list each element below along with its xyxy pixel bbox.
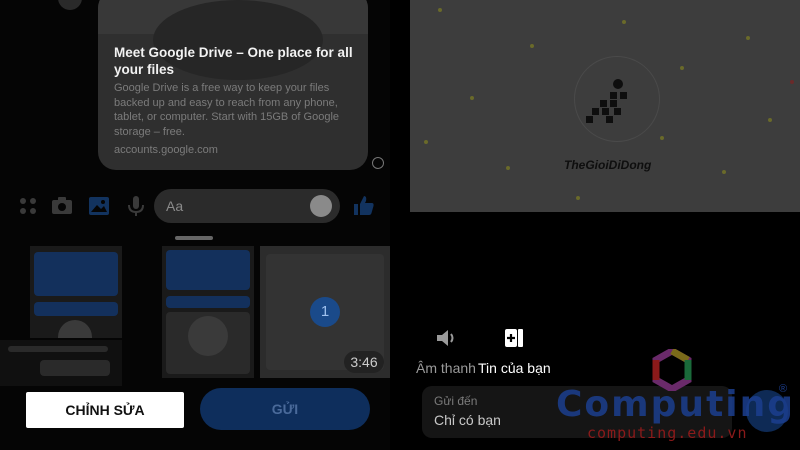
thumbs-up-icon[interactable]	[352, 194, 376, 218]
add-story-icon	[502, 326, 526, 350]
seen-check-icon	[372, 157, 384, 169]
message-composer: Aa	[0, 186, 390, 226]
story-photo: TheGioiDiDong	[410, 0, 800, 212]
link-preview-card[interactable]: Meet Google Drive – One place for all yo…	[98, 0, 368, 170]
photo-caption: TheGioiDiDong	[564, 158, 652, 172]
watermark-url: computing.edu.vn	[587, 424, 748, 442]
sender-avatar	[58, 0, 82, 10]
microphone-icon[interactable]	[124, 194, 148, 218]
link-preview-title: Meet Google Drive – One place for all yo…	[114, 45, 353, 77]
apps-grid-icon[interactable]	[16, 194, 40, 218]
sheet-drag-handle[interactable]	[175, 236, 213, 240]
gallery-thumbnail[interactable]	[162, 246, 254, 378]
messenger-share-panel: Meet Google Drive – One place for all yo…	[0, 0, 390, 450]
story-preview-panel: TheGioiDiDong Âm thanh Tin của bạn Gửi đ…	[410, 0, 800, 450]
link-preview-image	[98, 0, 368, 80]
your-story-option-label: Tin của bạn	[478, 360, 551, 376]
edit-button[interactable]: CHỈNH SỬA	[26, 392, 184, 428]
send-button[interactable]: GỬI	[200, 388, 370, 430]
gallery-thumbnail[interactable]	[30, 246, 122, 338]
gallery-icon[interactable]	[87, 194, 111, 218]
emoji-icon[interactable]	[310, 195, 332, 217]
sound-option-label: Âm thanh	[416, 360, 476, 376]
message-input-placeholder: Aa	[166, 198, 184, 214]
message-input[interactable]: Aa	[154, 189, 340, 223]
brand-logo-icon	[586, 79, 627, 123]
link-preview-description: Google Drive is a free way to keep your …	[114, 82, 340, 138]
link-preview-url: accounts.google.com	[114, 144, 218, 156]
send-to-label: Gửi đến	[434, 394, 478, 408]
selected-count-badge: 1	[310, 297, 340, 327]
watermark-registered-mark: ®	[779, 383, 788, 395]
sound-option[interactable]: Âm thanh	[416, 326, 476, 376]
speaker-icon	[434, 326, 458, 350]
watermark-brand: Computing	[556, 384, 796, 425]
your-story-option[interactable]: Tin của bạn	[478, 326, 551, 376]
send-to-value: Chỉ có bạn	[434, 412, 501, 428]
camera-icon[interactable]	[50, 194, 74, 218]
video-duration: 3:46	[344, 351, 384, 373]
gallery-thumbnail[interactable]	[0, 340, 122, 386]
